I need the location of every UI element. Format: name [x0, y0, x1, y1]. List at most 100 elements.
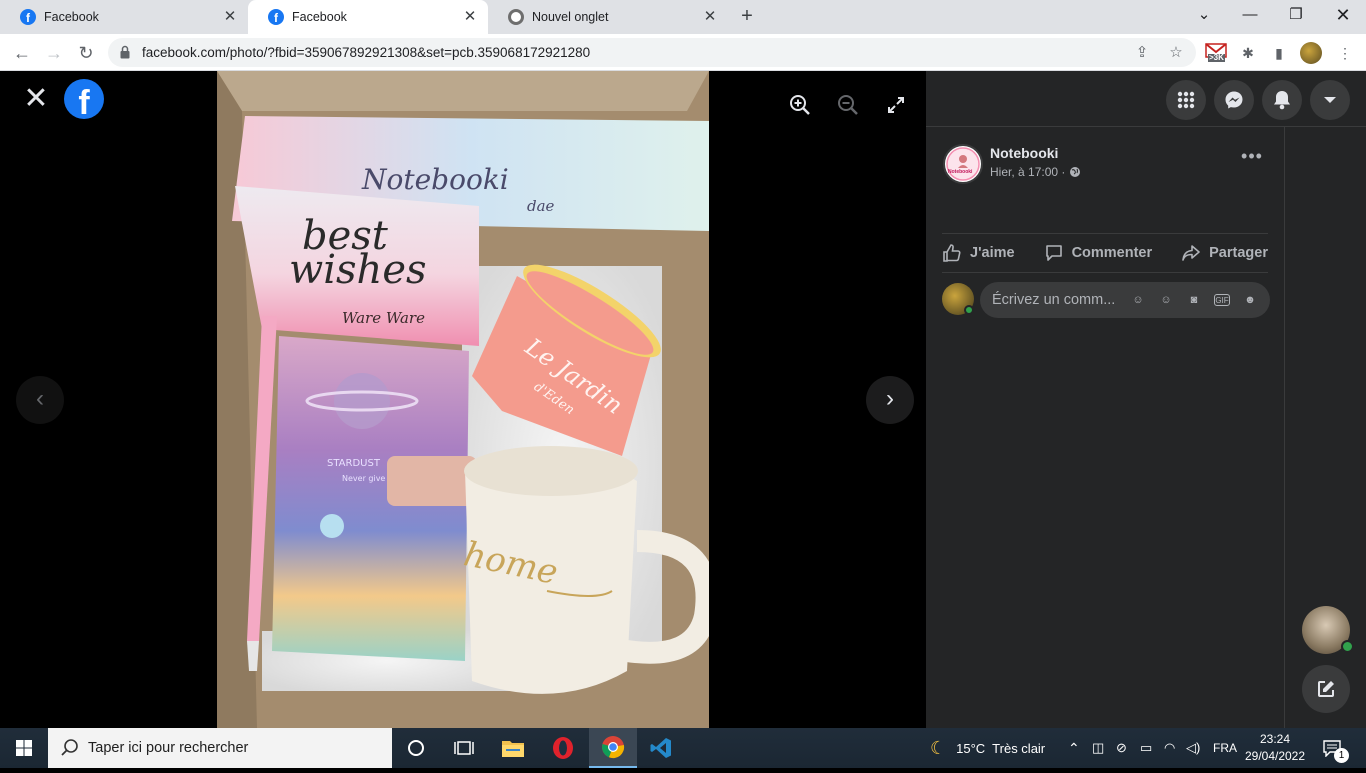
- contact-online-dot: [1341, 640, 1354, 653]
- taskbar-search-box[interactable]: Taper ici pour rechercher: [48, 728, 392, 768]
- gmail-extension-icon[interactable]: >3K: [1205, 42, 1227, 64]
- page-avatar[interactable]: Notebooki: [943, 144, 983, 184]
- action-center-icon[interactable]: 1: [1322, 728, 1349, 768]
- new-message-button[interactable]: [1302, 665, 1350, 713]
- back-button[interactable]: ←: [9, 40, 35, 66]
- account-dropdown-icon[interactable]: [1310, 80, 1350, 120]
- file-explorer-icon[interactable]: [489, 728, 537, 768]
- more-options-icon[interactable]: •••: [1238, 147, 1266, 169]
- notifications-bell-icon[interactable]: [1262, 80, 1302, 120]
- start-button[interactable]: [0, 728, 48, 768]
- forward-button[interactable]: →: [41, 40, 67, 66]
- share-label: Partager: [1209, 245, 1268, 261]
- compose-icon: [1318, 681, 1334, 697]
- tab-title: Facebook: [44, 10, 99, 24]
- messenger-icon[interactable]: [1214, 80, 1254, 120]
- opera-icon[interactable]: [539, 728, 587, 768]
- comment-placeholder: Écrivez un comm...: [992, 292, 1116, 308]
- bookmark-star-icon[interactable]: ☆: [1166, 43, 1186, 63]
- notebook-sub-text: Never give: [342, 474, 385, 483]
- windows-taskbar: Taper ici pour rechercher ☾ 15°C Très cl…: [0, 728, 1366, 768]
- share-button[interactable]: Partager: [1181, 243, 1268, 263]
- card-logo-text: Ware Ware: [342, 309, 425, 327]
- next-photo-button[interactable]: ›: [866, 376, 914, 424]
- tab-title: Facebook: [292, 10, 347, 24]
- wifi-icon[interactable]: ◠: [1164, 728, 1175, 768]
- share-icon: [1182, 245, 1200, 261]
- photo-viewer: ✕ f Notebooki dae best wishes Ware Ware …: [0, 71, 926, 728]
- search-placeholder: Taper ici pour rechercher: [88, 740, 249, 756]
- comment-icon: [1045, 245, 1062, 261]
- task-view-icon[interactable]: [440, 728, 488, 768]
- vscode-icon[interactable]: [637, 728, 685, 768]
- weather-widget[interactable]: ☾ 15°C Très clair: [930, 728, 1045, 768]
- box-sub-text: dae: [527, 197, 555, 215]
- minimize-button[interactable]: —: [1227, 0, 1273, 30]
- zoom-in-icon[interactable]: [788, 93, 812, 117]
- reload-button[interactable]: ↻: [73, 40, 99, 66]
- card-line2-text: wishes: [289, 247, 427, 293]
- like-label: J'aime: [970, 245, 1015, 261]
- fullscreen-icon[interactable]: [884, 93, 908, 117]
- profile-avatar[interactable]: [1300, 42, 1322, 64]
- battery-icon[interactable]: ▭: [1140, 728, 1152, 768]
- tab-facebook-1[interactable]: f Facebook ✕: [0, 0, 248, 34]
- avatar-sticker-icon[interactable]: ☺: [1130, 292, 1146, 308]
- volume-icon[interactable]: ◁): [1186, 728, 1200, 768]
- extensions-puzzle-icon[interactable]: ✱: [1237, 42, 1259, 64]
- comment-button[interactable]: Commenter: [1044, 243, 1152, 263]
- zoom-out-icon[interactable]: [836, 93, 860, 117]
- network-warning-icon[interactable]: ⊘: [1116, 728, 1127, 768]
- share-page-icon[interactable]: ⇪: [1132, 43, 1152, 63]
- sticker-icon[interactable]: ☻: [1242, 292, 1258, 308]
- facebook-icon: f: [20, 9, 36, 25]
- chrome-taskbar-icon[interactable]: [589, 728, 637, 768]
- close-tab-icon[interactable]: ✕: [702, 9, 718, 25]
- tab-strip: f Facebook ✕ f Facebook ✕ Nouvel onglet …: [0, 0, 1366, 34]
- post-side-panel: Notebooki Notebooki Hier, à 17:00 · ••• …: [926, 71, 1366, 728]
- panel-divider: [1284, 127, 1285, 728]
- new-tab-button[interactable]: +: [735, 5, 759, 29]
- previous-photo-button[interactable]: ‹: [16, 376, 64, 424]
- close-tab-icon[interactable]: ✕: [462, 9, 478, 25]
- tab-title: Nouvel onglet: [532, 10, 609, 24]
- post-actions: J'aime Commenter Partager: [942, 233, 1268, 273]
- page-name[interactable]: Notebooki: [990, 145, 1058, 161]
- post-time-text: Hier, à 17:00 ·: [990, 165, 1066, 179]
- moon-icon: ☾: [930, 737, 947, 758]
- like-button[interactable]: J'aime: [942, 243, 1015, 263]
- cortana-icon[interactable]: [392, 728, 440, 768]
- menu-grid-icon[interactable]: [1166, 80, 1206, 120]
- windows-logo-icon: [16, 740, 32, 756]
- tab-new-tab[interactable]: Nouvel onglet ✕: [488, 0, 728, 34]
- notebook-title-text: STARDUST: [327, 458, 381, 469]
- post-timestamp[interactable]: Hier, à 17:00 ·: [990, 165, 1081, 179]
- restore-button[interactable]: ❐: [1273, 0, 1319, 30]
- tab-facebook-2[interactable]: f Facebook ✕: [248, 0, 488, 34]
- close-icon[interactable]: ✕: [22, 84, 50, 114]
- chrome-menu-icon[interactable]: ⋮: [1334, 42, 1356, 64]
- show-hidden-icons-icon[interactable]: ⌃: [1068, 728, 1080, 768]
- address-bar[interactable]: facebook.com/photo/?fbid=359067892921308…: [108, 38, 1196, 67]
- emoji-icon[interactable]: ☺: [1158, 292, 1174, 308]
- comment-input[interactable]: Écrivez un comm... ☺ ☺ ◙ GIF ☻: [980, 282, 1270, 318]
- clock-date: 29/04/2022: [1244, 749, 1306, 763]
- tab-search-icon[interactable]: ⌄: [1181, 0, 1227, 30]
- meet-now-icon[interactable]: ◫: [1092, 728, 1104, 768]
- facebook-logo-icon[interactable]: f: [64, 79, 104, 119]
- side-panel-icon[interactable]: ▮: [1268, 42, 1290, 64]
- post-photo: Notebooki dae best wishes Ware Ware STAR…: [217, 71, 709, 728]
- page-avatar-text: Notebooki: [948, 169, 973, 175]
- panel-header: [926, 71, 1366, 127]
- gif-icon[interactable]: GIF: [1214, 294, 1230, 306]
- url-text: facebook.com/photo/?fbid=359067892921308…: [142, 45, 591, 60]
- language-indicator[interactable]: FRA: [1213, 728, 1237, 768]
- browser-toolbar: ← → ↻ facebook.com/photo/?fbid=359067892…: [0, 34, 1366, 71]
- notification-count: 1: [1334, 748, 1349, 763]
- camera-icon[interactable]: ◙: [1186, 292, 1202, 308]
- gift-box-photo: Notebooki dae best wishes Ware Ware STAR…: [217, 71, 709, 728]
- close-tab-icon[interactable]: ✕: [222, 9, 238, 25]
- taskbar-clock[interactable]: 23:24 29/04/2022: [1244, 731, 1306, 765]
- window-close-button[interactable]: ✕: [1320, 0, 1366, 30]
- thumbs-up-icon: [943, 244, 961, 262]
